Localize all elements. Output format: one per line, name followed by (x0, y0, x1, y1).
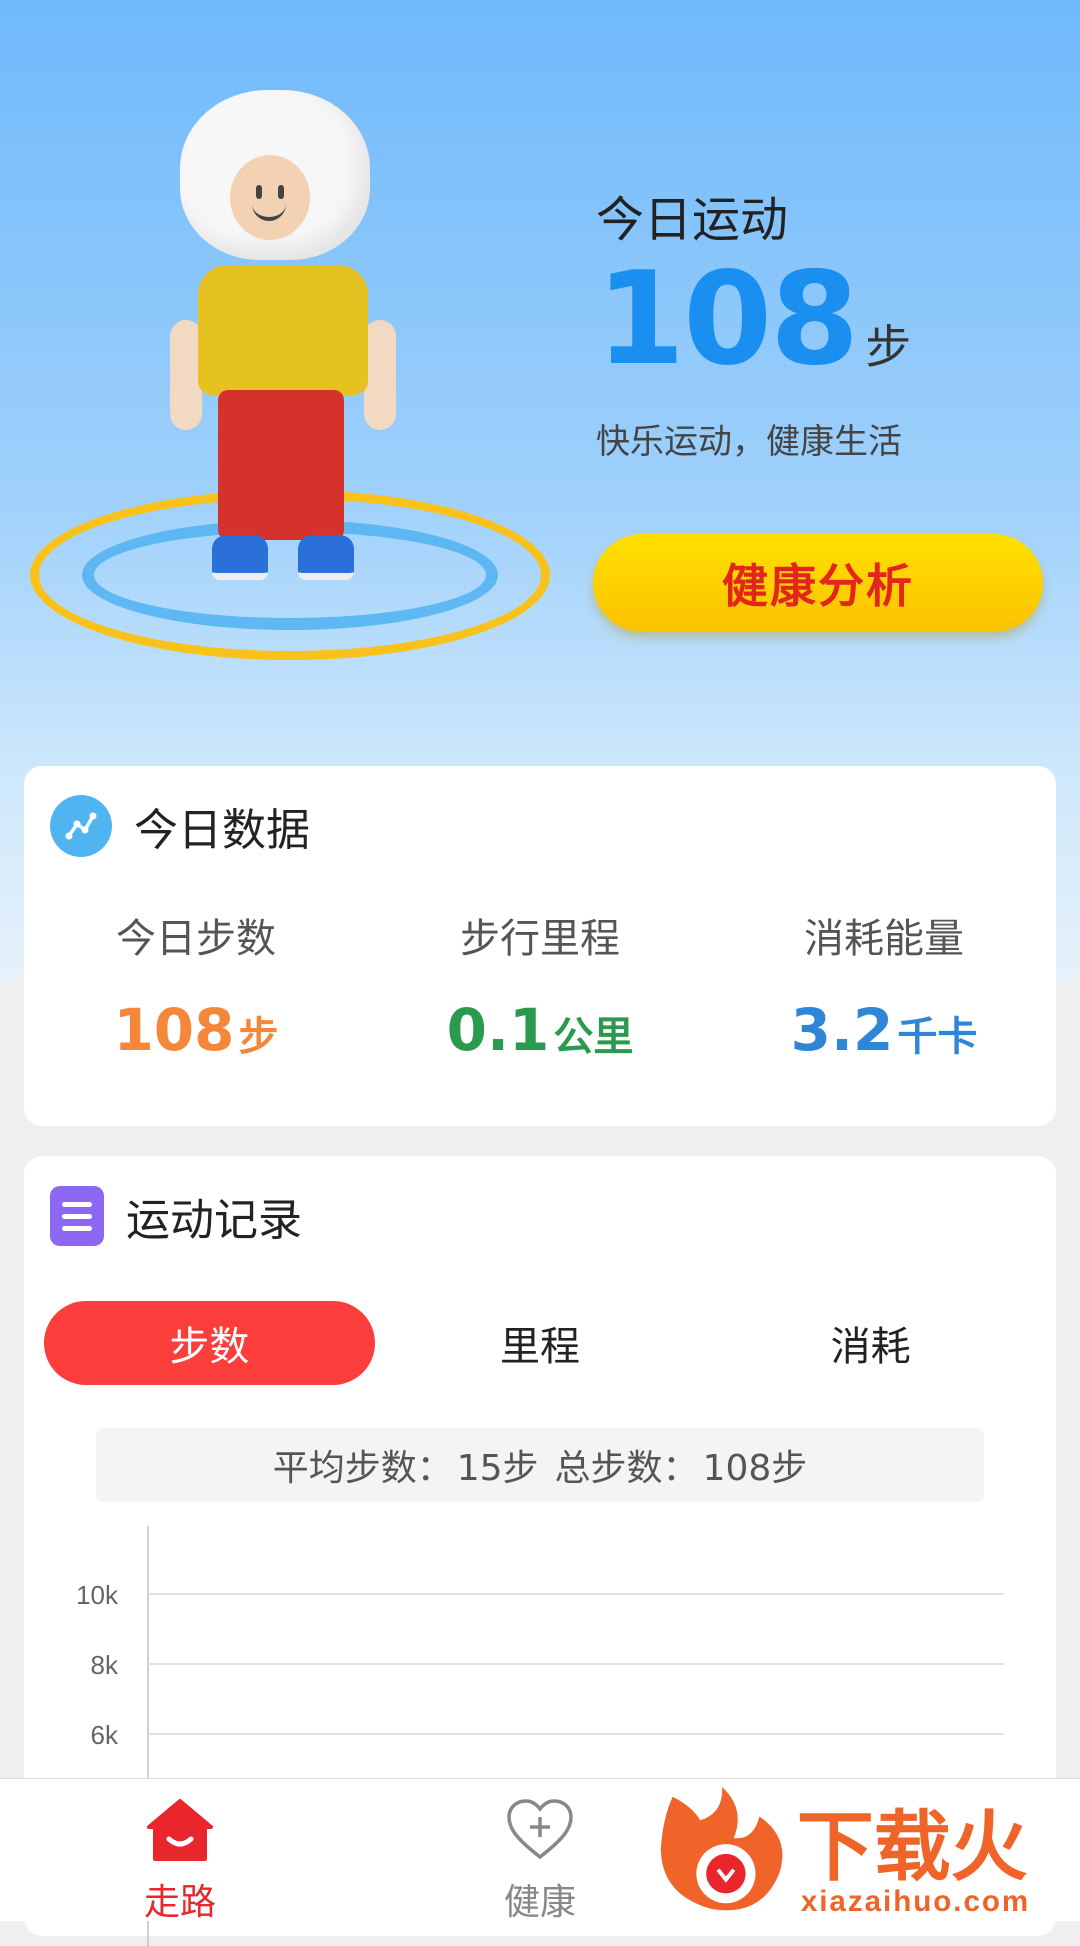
record-tabs: 步数 里程 消耗 (44, 1301, 1036, 1385)
steps-unit: 步 (865, 320, 912, 374)
hero-title: 今日运动 (596, 192, 789, 248)
bottom-navigation: 走路 健康 下载火 xiazaihuo.com (0, 1778, 1080, 1923)
mascot-character (30, 80, 550, 680)
today-stats: 今日步数 108 步 步行里程 0.1 公里 消耗能量 3.2 千卡 (24, 906, 1056, 1064)
steps-value: 108 (596, 245, 859, 394)
watermark-brand: 下载火 (797, 1805, 1028, 1891)
record-title: 运动记录 (126, 1195, 302, 1246)
tab-distance[interactable]: 里程 (375, 1301, 706, 1385)
today-data-header: 今日数据 (50, 794, 310, 858)
watermark-url: xiazaihuo.com (801, 1885, 1030, 1918)
today-data-title: 今日数据 (134, 805, 310, 856)
y-tick-label: 8k (91, 1650, 119, 1680)
nav-item-walk[interactable]: 走路 (100, 1797, 260, 1925)
stat-distance: 步行里程 0.1 公里 (368, 906, 712, 1064)
total-steps-label: 总步数： (554, 1448, 699, 1489)
heart-plus-icon (507, 1799, 573, 1860)
watermark-logo: 下载火 xiazaihuo.com (660, 1786, 1030, 1918)
steps-summary: 平均步数： 15步 总步数： 108步 (96, 1428, 984, 1502)
hero-slogan: 快乐运动，健康生活 (596, 422, 902, 462)
nav-label-health: 健康 (503, 1882, 576, 1923)
mascot-shoe-right (298, 535, 354, 580)
total-steps-value: 108步 (702, 1448, 808, 1489)
stat-label: 消耗能量 (804, 916, 964, 962)
stat-value: 3.2 千卡 (712, 996, 1056, 1064)
today-steps: 108 步 (596, 256, 911, 384)
avg-steps-label: 平均步数： (272, 1448, 453, 1489)
stat-value: 108 步 (24, 996, 368, 1064)
stat-number: 0.1 (446, 996, 550, 1064)
mascot-arm-right (364, 320, 396, 430)
health-analysis-button[interactable]: 健康分析 (593, 534, 1043, 632)
mascot-shoe-left (212, 535, 268, 580)
y-tick-label: 6k (91, 1720, 119, 1750)
stat-steps: 今日步数 108 步 (24, 906, 368, 1064)
stat-unit: 千卡 (897, 1014, 978, 1060)
hero-summary: 今日运动 108 步 快乐运动，健康生活 (596, 180, 911, 463)
stat-value: 0.1 公里 (368, 996, 712, 1064)
mascot-face (230, 155, 310, 240)
nav-label-walk: 走路 (143, 1882, 216, 1923)
stat-number: 108 (113, 996, 235, 1064)
home-smile-icon (147, 1799, 213, 1861)
trend-line-icon (50, 795, 112, 857)
clipboard-icon (50, 1186, 104, 1246)
stat-label: 步行里程 (460, 916, 620, 962)
tab-steps[interactable]: 步数 (44, 1301, 375, 1385)
today-data-card: 今日数据 今日步数 108 步 步行里程 0.1 公里 消耗能量 3.2 千卡 (24, 766, 1056, 1126)
nav-item-health[interactable]: 健康 (460, 1797, 620, 1925)
stat-unit: 公里 (553, 1014, 634, 1060)
record-header: 运动记录 (50, 1184, 302, 1248)
stat-calories: 消耗能量 3.2 千卡 (712, 906, 1056, 1064)
stat-unit: 步 (238, 1014, 279, 1060)
y-tick-label: 10k (76, 1580, 119, 1610)
avg-steps-value: 15步 (456, 1448, 539, 1489)
tab-calories[interactable]: 消耗 (705, 1301, 1036, 1385)
stat-label: 今日步数 (116, 916, 276, 962)
stat-number: 3.2 (790, 996, 894, 1064)
mascot-pants (218, 390, 344, 540)
mascot-shirt (198, 265, 368, 395)
